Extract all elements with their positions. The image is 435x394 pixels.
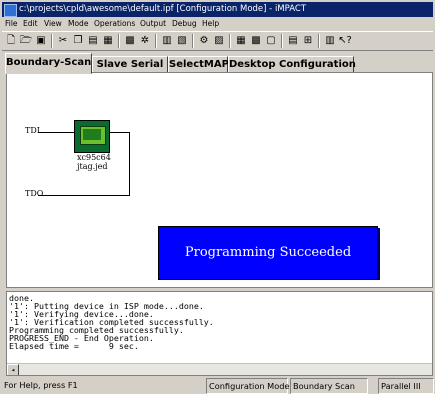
settings-icon[interactable]: ⚙ — [197, 34, 211, 47]
toolbar: 🗋 🗁 ▣ ✂ ❐ ▤ ▦ ▩ ✲ ▥ ▧ ⚙ ▨ ▦ ▩ ▢ ▤ ⊞ ▥ ↖? — [2, 31, 433, 51]
window-title: c:\projects\cpld\awesome\default.ipf [Co… — [19, 4, 307, 14]
stop-icon[interactable]: ▢ — [264, 34, 278, 47]
chain-icon[interactable]: ▩ — [123, 34, 137, 47]
menu-edit[interactable]: Edit — [23, 18, 38, 30]
toolbar-separator — [51, 34, 53, 48]
wizard-icon[interactable]: ▥ — [323, 34, 337, 47]
cut-icon[interactable]: ✂ — [56, 34, 70, 47]
menu-operations[interactable]: Operations — [94, 18, 135, 30]
cpld-device-icon[interactable] — [74, 120, 110, 153]
tdi-label: TDI — [25, 126, 40, 135]
boundary-scan-canvas[interactable]: TDI TDO xc95c64 jtag.jed Programming Suc… — [6, 72, 433, 288]
toolbar-separator — [318, 34, 320, 48]
status-cable: Parallel III — [378, 378, 434, 394]
readback-icon[interactable]: ▨ — [212, 34, 226, 47]
tdo-label: TDO — [25, 189, 44, 198]
paste-icon[interactable]: ▤ — [86, 34, 100, 47]
save-icon[interactable]: ▣ — [34, 34, 48, 47]
tdo-wire — [38, 195, 130, 196]
programming-succeeded-banner: Programming Succeeded — [158, 226, 378, 280]
impact-window: c:\projects\cpld\awesome\default.ipf [Co… — [0, 0, 435, 394]
device-file-label: jtag.jed — [77, 162, 108, 171]
device-name-label: xc95c64 — [77, 153, 111, 162]
tab-desktop-configuration[interactable]: Desktop Configuration — [228, 56, 356, 72]
blank-check-icon[interactable]: ▩ — [249, 34, 263, 47]
erase-icon[interactable]: ▦ — [234, 34, 248, 47]
context-help-icon[interactable]: ↖? — [338, 34, 352, 47]
toolbar-separator — [229, 34, 231, 48]
new-file-icon[interactable]: 🗋 — [4, 34, 18, 47]
device-icon[interactable]: ▦ — [101, 34, 115, 47]
copy-icon[interactable]: ❐ — [71, 34, 85, 47]
chain-wire — [108, 132, 130, 133]
open-folder-icon[interactable]: 🗁 — [19, 34, 33, 47]
log-horizontal-scrollbar[interactable]: ◂ — [7, 363, 432, 375]
toolbar-separator — [192, 34, 194, 48]
mode-tabs: Boundary-Scan Slave Serial SelectMAP Des… — [2, 52, 433, 74]
menu-help[interactable]: Help — [202, 18, 219, 30]
log-line: Elapsed time = 9 sec. — [9, 341, 139, 351]
menu-debug[interactable]: Debug — [172, 18, 197, 30]
tdi-wire — [38, 132, 74, 133]
menu-mode[interactable]: Mode — [68, 18, 88, 30]
program-icon[interactable]: ▥ — [160, 34, 174, 47]
menu-output[interactable]: Output — [140, 18, 166, 30]
tab-boundary-scan[interactable]: Boundary-Scan — [5, 53, 92, 74]
verify-icon[interactable]: ▧ — [175, 34, 189, 47]
toolbar-separator — [155, 34, 157, 48]
initialize-chain-icon[interactable]: ✲ — [138, 34, 152, 47]
tab-selectmap[interactable]: SelectMAP — [168, 56, 229, 72]
title-bar[interactable]: c:\projects\cpld\awesome\default.ipf [Co… — [2, 2, 433, 17]
menu-view[interactable]: View — [44, 18, 62, 30]
status-help-text: For Help, press F1 — [4, 380, 78, 390]
status-mode: Configuration Mode — [206, 378, 289, 394]
status-scan-type: Boundary Scan — [290, 378, 368, 394]
status-bar: For Help, press F1 Configuration Mode Bo… — [0, 376, 435, 394]
output-icon[interactable]: ▤ — [286, 34, 300, 47]
chip-core — [83, 129, 101, 140]
toolbar-separator — [118, 34, 120, 48]
cable-icon[interactable]: ⊞ — [301, 34, 315, 47]
menu-file[interactable]: File — [5, 18, 18, 30]
tab-slave-serial[interactable]: Slave Serial — [92, 56, 168, 72]
app-icon — [4, 4, 17, 17]
toolbar-separator — [281, 34, 283, 48]
scroll-left-arrow-icon[interactable]: ◂ — [7, 364, 19, 375]
menu-bar: File Edit View Mode Operations Output De… — [2, 18, 433, 30]
output-log[interactable]: done. '1': Putting device in ISP mode...… — [6, 291, 433, 376]
chain-wire — [129, 132, 130, 196]
